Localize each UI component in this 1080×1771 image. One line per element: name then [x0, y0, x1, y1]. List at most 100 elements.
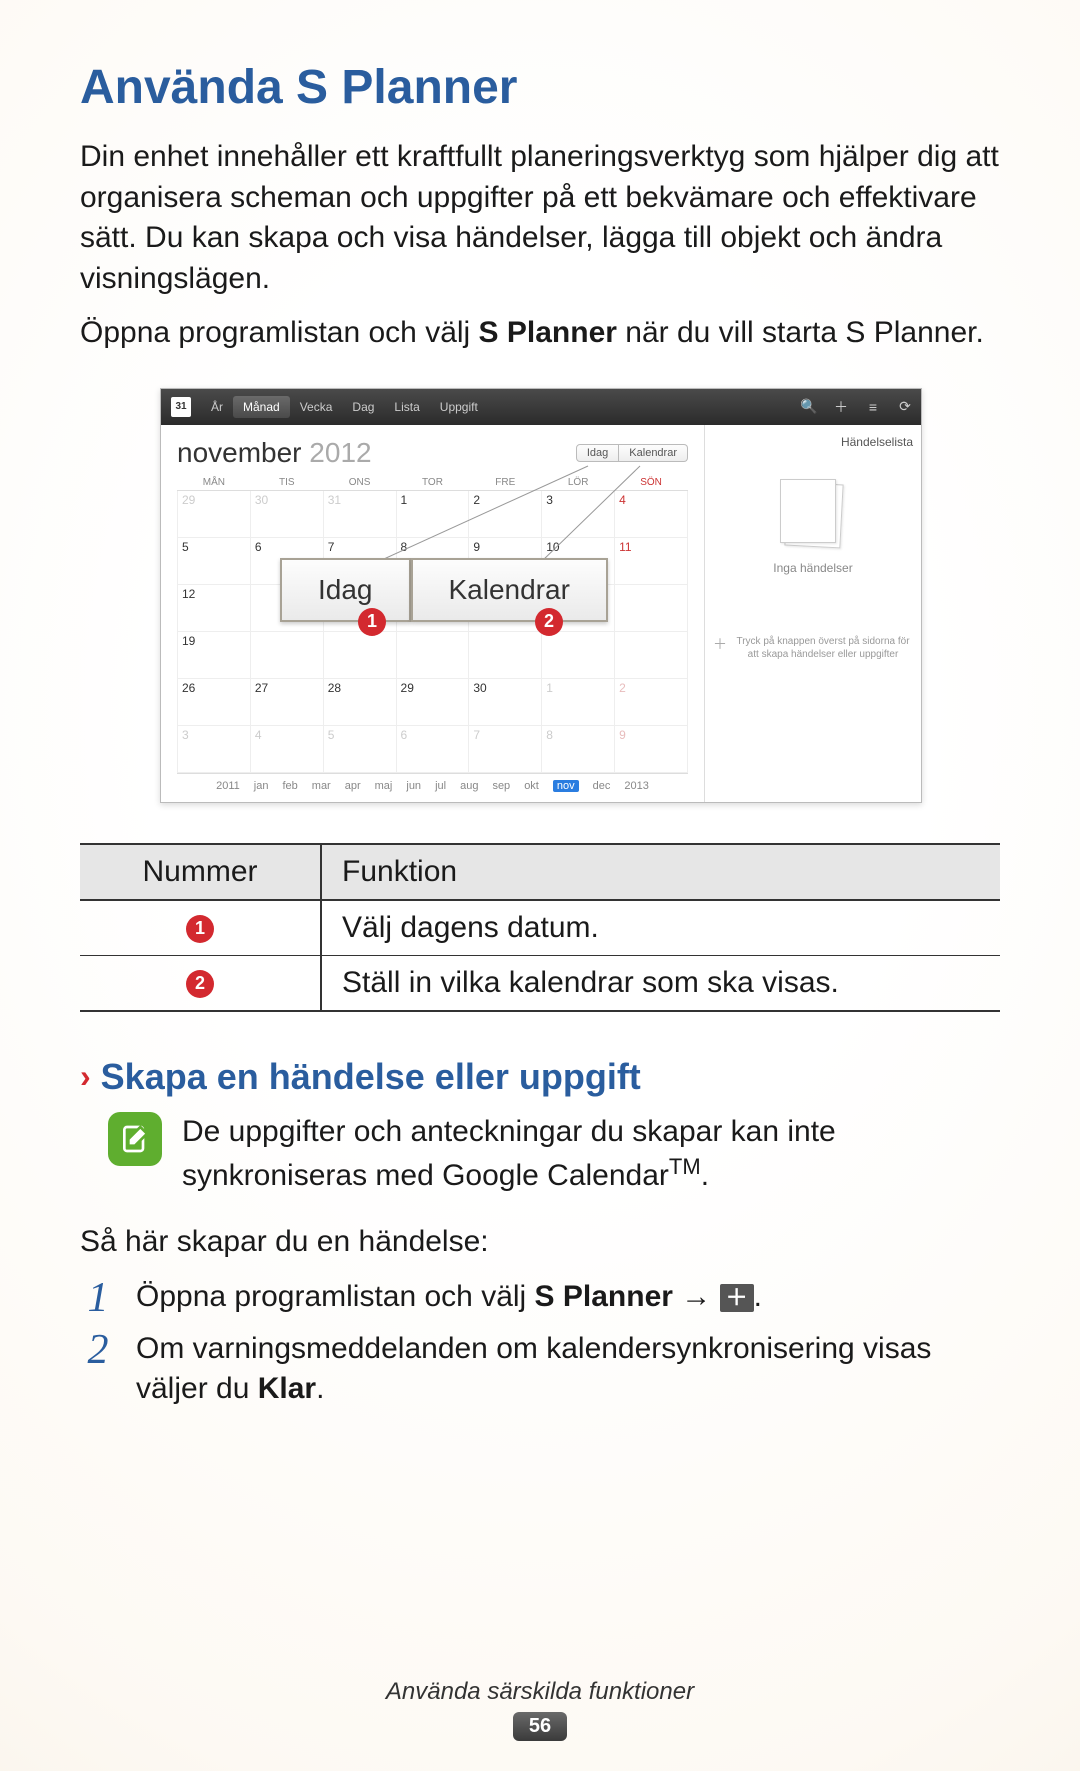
cal-cell: 8 — [542, 725, 615, 772]
search-icon: 🔍 — [793, 398, 825, 415]
howto-line: Så här skapar du en händelse: — [80, 1225, 1000, 1259]
cal-cell: 5 — [178, 537, 251, 584]
menu-icon: ≡ — [857, 399, 889, 415]
weekday-3: TOR — [396, 475, 469, 491]
screenshot-sidebar: Händelselista Inga händelser ＋ Tryck på … — [704, 425, 921, 802]
sidebar-hint-text: Tryck på knappen överst på sidorna för a… — [733, 635, 913, 661]
intro2-pre: Öppna programlistan och välj — [80, 316, 479, 349]
cal-cell: 7 — [469, 725, 542, 772]
cal-cell: 30 — [250, 490, 323, 537]
year-strip: 2011 jan feb mar apr maj jun jul aug sep… — [177, 773, 688, 796]
cal-cell: 28 — [323, 678, 396, 725]
cal-cell: 29 — [396, 678, 469, 725]
footer-page-number: 56 — [513, 1712, 567, 1741]
weekday-1: TIS — [250, 475, 323, 491]
cal-cell — [250, 631, 323, 678]
cal-cell — [250, 584, 323, 631]
footer-category: Använda särskilda funktioner — [0, 1678, 1080, 1706]
col-function: Funktion — [321, 844, 1000, 900]
sync-icon: ⟳ — [889, 398, 921, 415]
tab-list: Lista — [384, 396, 429, 418]
cal-cell — [469, 584, 542, 631]
weekday-4: FRE — [469, 475, 542, 491]
cal-cell: 30 — [469, 678, 542, 725]
ys-item: sep — [492, 780, 510, 792]
note-b: . — [701, 1159, 709, 1192]
screenshot-topbar: 31 År Månad Vecka Dag Lista Uppgift 🔍 ＋ … — [161, 389, 921, 425]
plus-icon: ＋ — [825, 397, 857, 417]
cal-cell: 2 — [615, 678, 688, 725]
tab-week: Vecka — [290, 396, 343, 418]
cal-cell — [323, 584, 396, 631]
cal-cell: 31 — [323, 490, 396, 537]
cal-cell: 26 — [178, 678, 251, 725]
ys-item: dec — [593, 780, 611, 792]
table-row: 2 Ställ in vilka kalendrar som ska visas… — [80, 955, 1000, 1011]
sidebar-title: Händelselista — [841, 435, 913, 449]
note-tm: TM — [669, 1154, 701, 1179]
cal-cell: 5 — [323, 725, 396, 772]
step2-bold: Klar — [258, 1372, 316, 1405]
row-func-1: Välj dagens datum. — [321, 900, 1000, 956]
note-text: De uppgifter och anteckningar du skapar … — [182, 1112, 1000, 1197]
ys-item: maj — [375, 780, 393, 792]
cal-cell — [469, 631, 542, 678]
cal-cell: 6 — [396, 725, 469, 772]
ys-item-active: nov — [553, 780, 579, 792]
row-badge-1: 1 — [186, 915, 214, 943]
ys-item: jan — [254, 780, 269, 792]
month-heading: november 2012 — [177, 437, 372, 469]
month-year: 2012 — [309, 437, 371, 468]
row-badge-2: 2 — [186, 970, 214, 998]
cal-cell — [396, 631, 469, 678]
ys-item: okt — [524, 780, 539, 792]
step-1: 1 Öppna programlistan och välj S Planner… — [80, 1277, 1000, 1319]
weekday-5: LÖR — [542, 475, 615, 491]
table-row: 1 Välj dagens datum. — [80, 900, 1000, 956]
cal-cell: 29 — [178, 490, 251, 537]
month-name: november — [177, 437, 302, 468]
cal-cell: 3 — [178, 725, 251, 772]
view-pills: Idag Kalendrar — [576, 444, 688, 462]
function-table: Nummer Funktion 1 Välj dagens datum. 2 S… — [80, 843, 1000, 1012]
step-number-1: 1 — [80, 1277, 116, 1319]
no-events-label: Inga händelser — [773, 561, 852, 575]
plus-icon: ＋ — [713, 635, 727, 653]
cal-cell — [542, 584, 615, 631]
note-a: De uppgifter och anteckningar du skapar … — [182, 1115, 836, 1193]
subsection-heading: › Skapa en händelse eller uppgift — [80, 1056, 1000, 1098]
page-title: Använda S Planner — [80, 60, 1000, 115]
cal-cell: 10 — [542, 537, 615, 584]
cal-cell: 2 — [469, 490, 542, 537]
cal-cell: 3 — [542, 490, 615, 537]
cal-cell — [396, 584, 469, 631]
app-screenshot: 31 År Månad Vecka Dag Lista Uppgift 🔍 ＋ … — [160, 388, 920, 803]
cal-cell: 7 — [323, 537, 396, 584]
tab-day: Dag — [342, 396, 384, 418]
subsection-title: Skapa en händelse eller uppgift — [101, 1056, 641, 1098]
cal-cell: 12 — [178, 584, 251, 631]
ys-item: aug — [460, 780, 478, 792]
cal-cell: 8 — [396, 537, 469, 584]
note-block: De uppgifter och anteckningar du skapar … — [108, 1112, 1000, 1197]
ys-item: mar — [312, 780, 331, 792]
intro-paragraph-2: Öppna programlistan och välj S Planner n… — [80, 313, 1000, 354]
intro-paragraph-1: Din enhet innehåller ett kraftfullt plan… — [80, 137, 1000, 299]
pill-today: Idag — [576, 444, 619, 462]
empty-pages-icon — [778, 479, 848, 549]
ys-item: jun — [406, 780, 421, 792]
ys-item: feb — [282, 780, 297, 792]
step1-arrow: → — [673, 1280, 720, 1313]
intro2-post: när du vill starta S Planner. — [617, 316, 984, 349]
ys-item: 2011 — [216, 780, 240, 792]
calendar-date-icon: 31 — [171, 397, 191, 417]
step1-bold: S Planner — [535, 1280, 673, 1313]
weekday-6: SÖN — [615, 475, 688, 491]
tab-month: Månad — [233, 396, 290, 418]
cal-cell: 6 — [250, 537, 323, 584]
cal-cell: 9 — [615, 725, 688, 772]
intro2-bold: S Planner — [479, 316, 617, 349]
sidebar-hint: ＋ Tryck på knappen överst på sidorna för… — [713, 635, 913, 661]
cal-cell: 19 — [178, 631, 251, 678]
plus-icon: ＋ — [720, 1284, 754, 1312]
